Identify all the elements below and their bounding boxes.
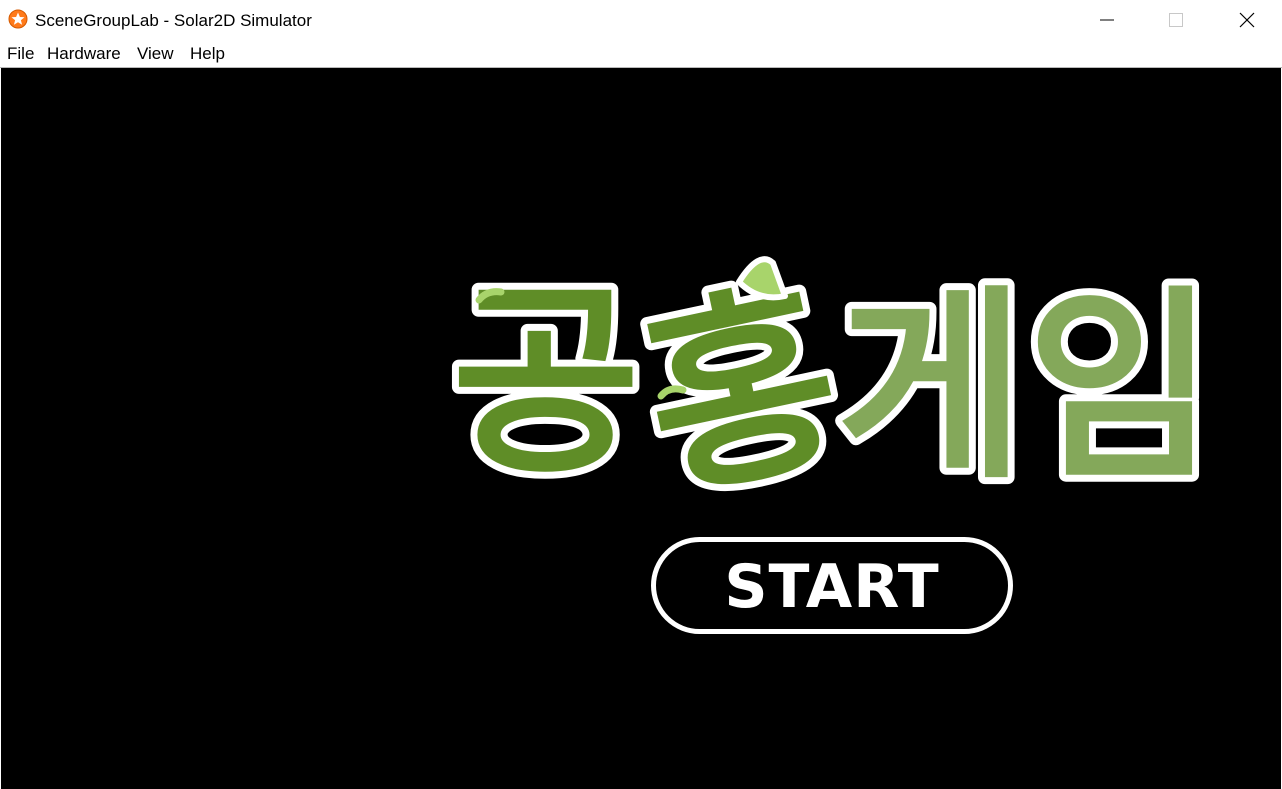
start-button[interactable]: START bbox=[651, 537, 1013, 634]
start-button-label: START bbox=[724, 551, 940, 622]
minimize-button[interactable] bbox=[1072, 0, 1142, 40]
game-canvas[interactable]: 공 홍 게 임 START bbox=[1, 68, 1281, 789]
logo-syllable-3: 게 bbox=[837, 269, 1026, 507]
close-button[interactable] bbox=[1211, 0, 1281, 40]
simulator-window: SceneGroupLab - Solar2D Simulator File H… bbox=[0, 0, 1282, 789]
logo-syllable-4: 임 bbox=[1027, 269, 1216, 507]
close-icon bbox=[1239, 12, 1255, 28]
window-title: SceneGroupLab - Solar2D Simulator bbox=[35, 11, 312, 30]
maximize-icon bbox=[1169, 13, 1183, 27]
solar2d-star-icon[interactable] bbox=[8, 9, 28, 29]
title-bar[interactable]: SceneGroupLab - Solar2D Simulator bbox=[0, 0, 1282, 41]
menu-help[interactable]: Help bbox=[190, 44, 225, 64]
game-logo: 공 홍 게 임 bbox=[445, 250, 1223, 508]
logo-syllable-2: 홍 bbox=[625, 257, 859, 508]
maximize-button[interactable] bbox=[1141, 0, 1211, 40]
menu-view[interactable]: View bbox=[137, 44, 174, 64]
menu-bar: File Hardware View Help bbox=[0, 41, 1282, 67]
menu-file[interactable]: File bbox=[7, 44, 34, 64]
minimize-icon bbox=[1100, 19, 1114, 21]
menu-hardware[interactable]: Hardware bbox=[47, 44, 121, 64]
